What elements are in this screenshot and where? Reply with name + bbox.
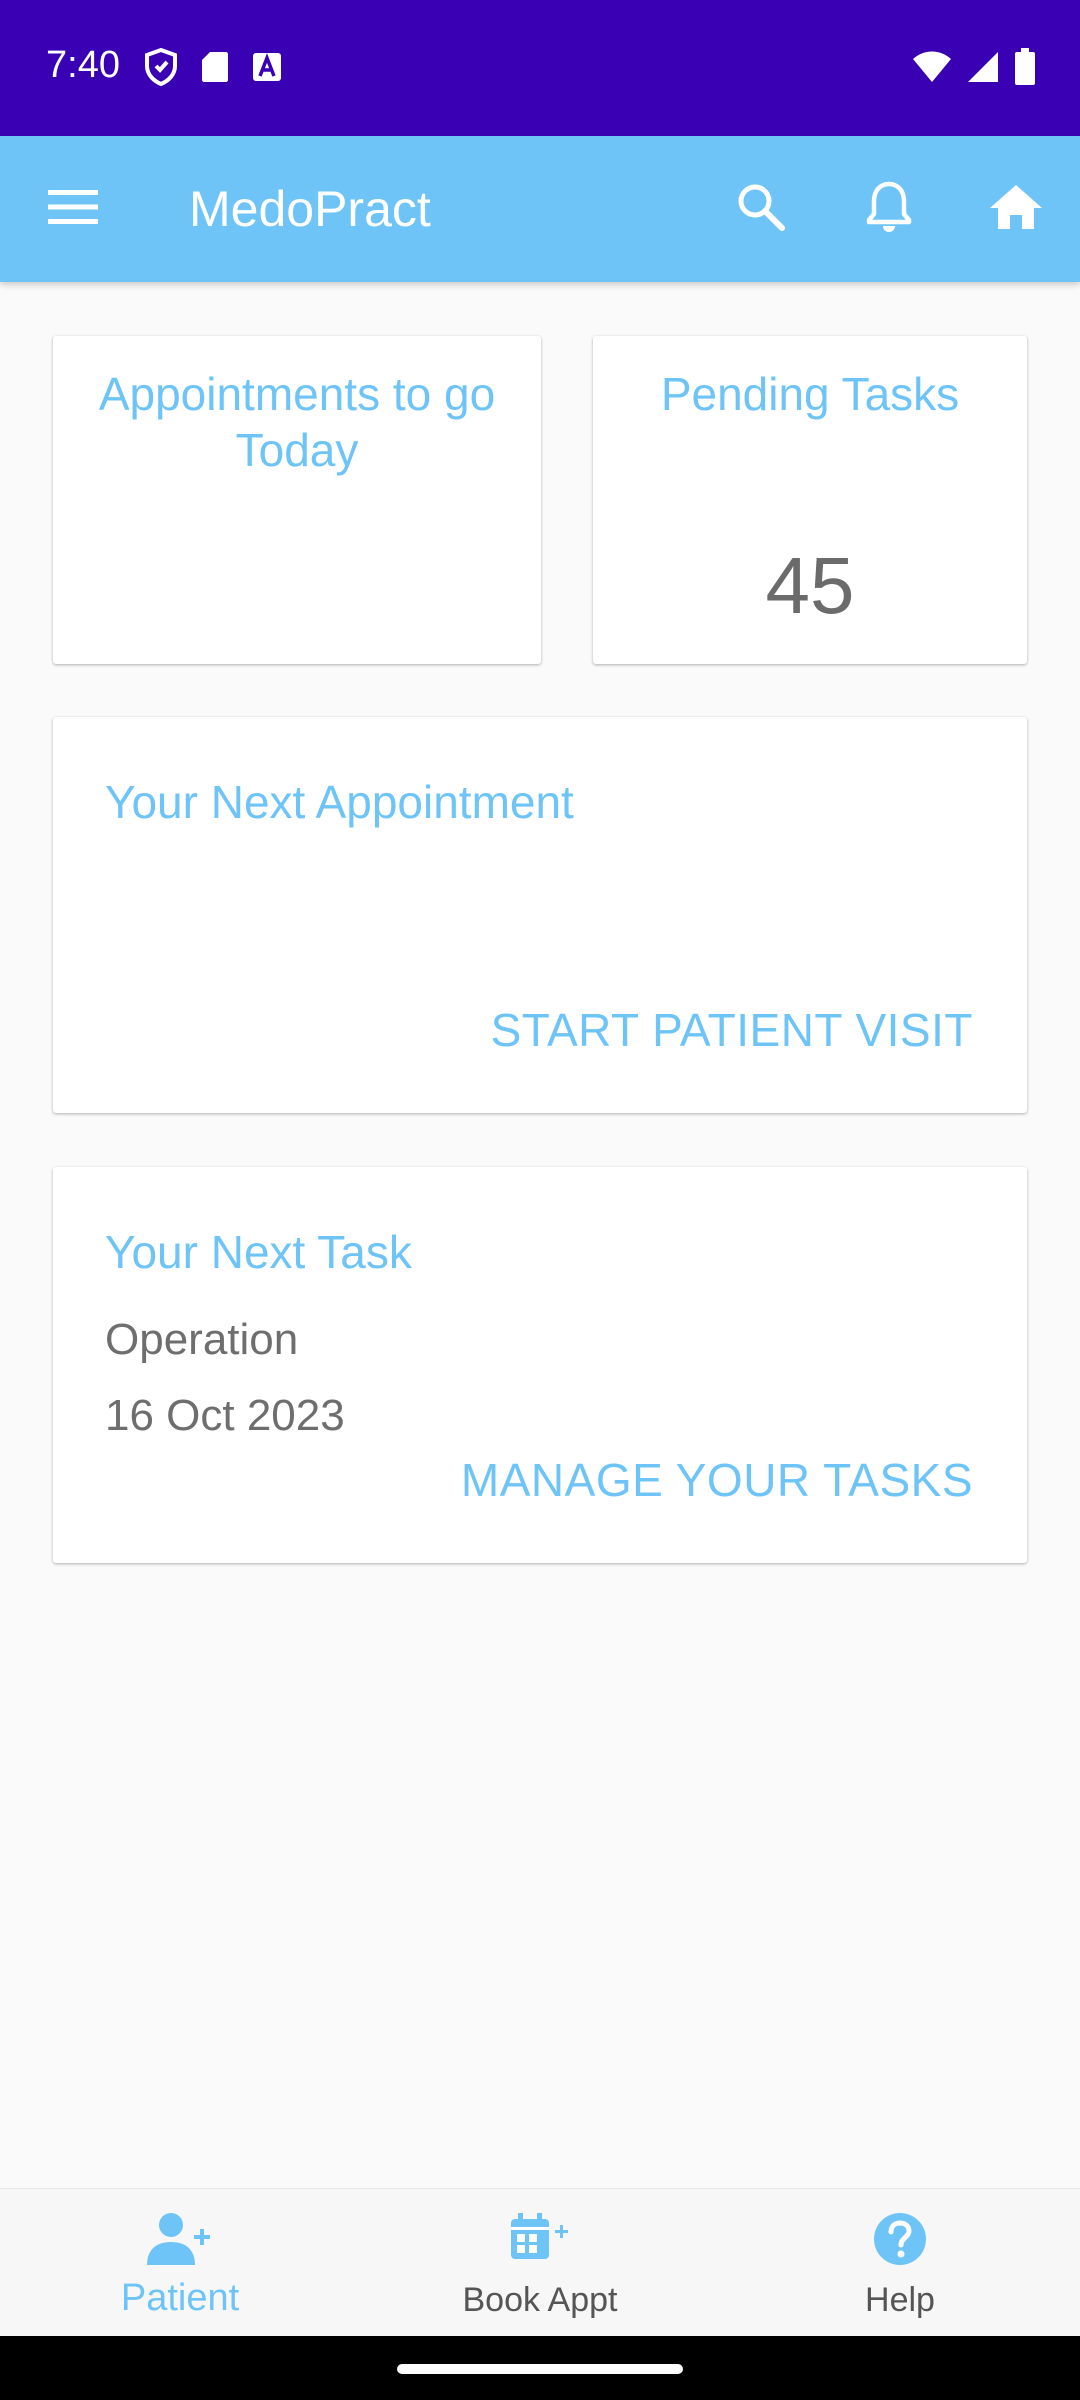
- next-task-title: Your Next Task: [105, 1226, 412, 1278]
- font-a-icon: [252, 52, 282, 87]
- search-button[interactable]: [720, 168, 802, 250]
- help-icon: [720, 2211, 1080, 2267]
- manage-your-tasks-button[interactable]: MANAGE YOUR TASKS: [461, 1453, 973, 1507]
- nav-label-help: Help: [865, 2281, 935, 2319]
- shield-icon: [144, 47, 178, 91]
- appointments-today-card[interactable]: Appointments to go Today: [53, 336, 541, 664]
- app-title: MedoPract: [189, 181, 431, 237]
- signal-icon: [966, 50, 1000, 89]
- home-icon: [988, 183, 1044, 236]
- menu-button[interactable]: [36, 176, 110, 242]
- nav-item-book-appt[interactable]: Book Appt: [360, 2189, 720, 2337]
- battery-icon: [1014, 48, 1036, 91]
- start-patient-visit-button[interactable]: START PATIENT VISIT: [491, 1003, 973, 1057]
- status-bar: 7:40: [0, 0, 1080, 136]
- next-task-card: Your Next Task Operation 16 Oct 2023 MAN…: [53, 1167, 1027, 1563]
- next-appointment-card: Your Next Appointment START PATIENT VISI…: [53, 717, 1027, 1113]
- sd-card-icon: [200, 50, 230, 89]
- nav-label-patient: Patient: [120, 2277, 240, 2319]
- nav-item-help[interactable]: Help: [720, 2189, 1080, 2337]
- next-task-date: 16 Oct 2023: [105, 1391, 345, 1440]
- notifications-button[interactable]: [848, 168, 930, 250]
- menu-icon: [48, 189, 98, 230]
- bell-icon: [866, 180, 912, 239]
- calendar-add-icon: [360, 2211, 720, 2265]
- pending-tasks-card[interactable]: Pending Tasks 45: [593, 336, 1027, 664]
- next-appointment-title: Your Next Appointment: [105, 776, 574, 828]
- next-task-name: Operation: [105, 1315, 299, 1364]
- status-right-icons: [912, 48, 1036, 91]
- nav-label-book-appt: Book Appt: [462, 2281, 618, 2319]
- home-gesture-handle[interactable]: [397, 2364, 683, 2374]
- home-button[interactable]: [975, 168, 1057, 250]
- nav-item-patient[interactable]: Patient: [0, 2189, 360, 2337]
- wifi-icon: [912, 50, 952, 89]
- pending-tasks-count: 45: [765, 541, 855, 630]
- gesture-bar: [0, 2336, 1080, 2400]
- status-left-icons: [144, 47, 282, 91]
- app-bar: MedoPract: [0, 136, 1080, 282]
- search-icon: [736, 182, 786, 237]
- appointments-today-title: Appointments to go Today: [98, 368, 496, 476]
- status-time: 7:40: [46, 44, 120, 86]
- pending-tasks-title: Pending Tasks: [660, 368, 960, 420]
- bottom-navigation: Patient Book Appt Help: [0, 2188, 1080, 2336]
- add-person-icon: [0, 2211, 360, 2269]
